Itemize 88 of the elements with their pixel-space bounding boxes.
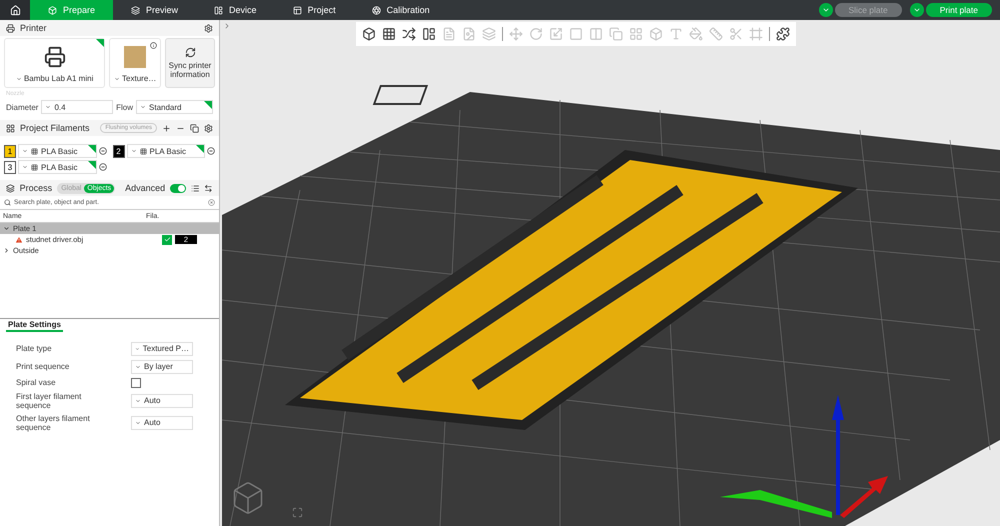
section-title: Printer bbox=[20, 23, 47, 33]
chevron-down-icon bbox=[22, 148, 28, 154]
nav-tab[interactable]: Preview bbox=[113, 0, 196, 20]
setting-label: Spiral vase bbox=[16, 378, 57, 387]
device-icon bbox=[214, 6, 224, 14]
printer-name: Bambu Lab A1 mini bbox=[16, 74, 94, 83]
search-icon bbox=[4, 199, 11, 206]
layout-icon[interactable] bbox=[422, 27, 436, 41]
list-icon[interactable] bbox=[190, 184, 200, 192]
chevron-down-icon bbox=[16, 76, 22, 82]
filament-select[interactable]: PLA Basic bbox=[126, 144, 205, 158]
plate-name: Texture… bbox=[114, 74, 156, 83]
advanced-switch[interactable] bbox=[170, 184, 186, 192]
nav-tab[interactable]: Project bbox=[274, 0, 354, 20]
setting-label: Plate type bbox=[16, 344, 53, 353]
remove-icon[interactable] bbox=[98, 163, 106, 171]
chevron-down-icon bbox=[22, 164, 28, 170]
nav-tab[interactable]: Calibration bbox=[354, 0, 448, 20]
filament-select[interactable]: PLA Basic bbox=[18, 144, 96, 158]
project-icon bbox=[292, 6, 302, 14]
filament-number[interactable]: 2 bbox=[112, 144, 124, 158]
setting-select[interactable]: Auto bbox=[131, 394, 193, 408]
chevron-down-icon bbox=[822, 6, 830, 14]
chevron-down-icon bbox=[135, 420, 141, 426]
checkbox[interactable] bbox=[131, 378, 141, 388]
remove-icon[interactable] bbox=[98, 147, 106, 155]
dropdown-button[interactable] bbox=[910, 3, 924, 17]
settings-icon[interactable] bbox=[204, 24, 213, 32]
filament-number[interactable]: 3 bbox=[4, 160, 16, 174]
filament-number[interactable]: 1 bbox=[4, 144, 16, 158]
grid-icon bbox=[140, 148, 146, 154]
refresh-icon bbox=[184, 47, 196, 58]
printer-icon bbox=[44, 46, 66, 68]
cube-icon bbox=[48, 6, 57, 14]
fit-view-icon[interactable] bbox=[292, 507, 303, 518]
settings-tab[interactable]: Plate Settings bbox=[6, 320, 63, 332]
remove-icon[interactable] bbox=[207, 147, 215, 155]
setting-select[interactable]: Textured P… bbox=[131, 342, 193, 356]
chevron-down-icon bbox=[135, 364, 141, 370]
setting-label: First layer filament sequence bbox=[16, 392, 82, 410]
clear-icon[interactable] bbox=[208, 199, 215, 206]
home-icon bbox=[10, 4, 20, 16]
chevron-down-icon bbox=[135, 398, 141, 404]
field-label: Flow bbox=[116, 102, 134, 112]
setting-select[interactable]: Auto bbox=[131, 416, 193, 430]
home-button[interactable] bbox=[0, 0, 30, 20]
setting-select[interactable]: By layer bbox=[131, 360, 193, 374]
chevron-down-icon bbox=[114, 76, 120, 82]
printer-icon bbox=[6, 24, 15, 32]
info-icon bbox=[150, 42, 157, 49]
nav-tab[interactable]: Device bbox=[196, 0, 275, 20]
plate-card[interactable]: Texture… bbox=[109, 38, 161, 88]
section-title: Project Filaments bbox=[20, 123, 90, 133]
grid-icon bbox=[31, 164, 38, 170]
printer-card[interactable]: Bambu Lab A1 mini bbox=[4, 38, 106, 88]
add-icon[interactable] bbox=[162, 124, 171, 132]
filament-select[interactable]: PLA Basic bbox=[18, 160, 96, 174]
corner-flag-icon bbox=[204, 101, 212, 109]
diameter-select[interactable]: 0.4 bbox=[41, 100, 114, 114]
flow-select[interactable]: Standard bbox=[136, 100, 213, 114]
calibration-icon bbox=[372, 6, 381, 14]
section-title: Process bbox=[20, 183, 52, 193]
advanced-label: Advanced bbox=[125, 183, 166, 193]
chevron-right-icon bbox=[3, 247, 10, 254]
collapse-icon[interactable] bbox=[223, 22, 231, 30]
setting-label: Print sequence bbox=[16, 362, 70, 371]
checkbox[interactable] bbox=[162, 234, 172, 244]
shuffle-icon[interactable] bbox=[402, 27, 416, 41]
chevron-down-icon bbox=[912, 6, 921, 14]
chevron-down-icon bbox=[130, 148, 136, 154]
chevron-down-icon bbox=[140, 104, 146, 110]
compare-icon[interactable] bbox=[204, 184, 214, 192]
chevron-down-icon bbox=[135, 346, 140, 352]
grid-icon bbox=[31, 148, 38, 154]
grid-icon[interactable] bbox=[382, 27, 396, 41]
puzzle-icon[interactable] bbox=[776, 27, 790, 41]
check-icon bbox=[164, 236, 170, 243]
field-label: Diameter bbox=[6, 102, 38, 112]
dropdown-button[interactable] bbox=[818, 3, 832, 17]
sync-button[interactable]: Sync printer information bbox=[165, 38, 215, 88]
plate-icon bbox=[124, 46, 146, 68]
setting-label: Other layers filament sequence bbox=[16, 414, 91, 432]
corner-flag-icon bbox=[196, 145, 204, 153]
layers-icon bbox=[131, 6, 140, 14]
chevron-down-icon bbox=[45, 104, 52, 110]
process-icon bbox=[6, 184, 15, 192]
settings-icon[interactable] bbox=[204, 124, 213, 132]
chevron-down-icon bbox=[3, 225, 10, 232]
